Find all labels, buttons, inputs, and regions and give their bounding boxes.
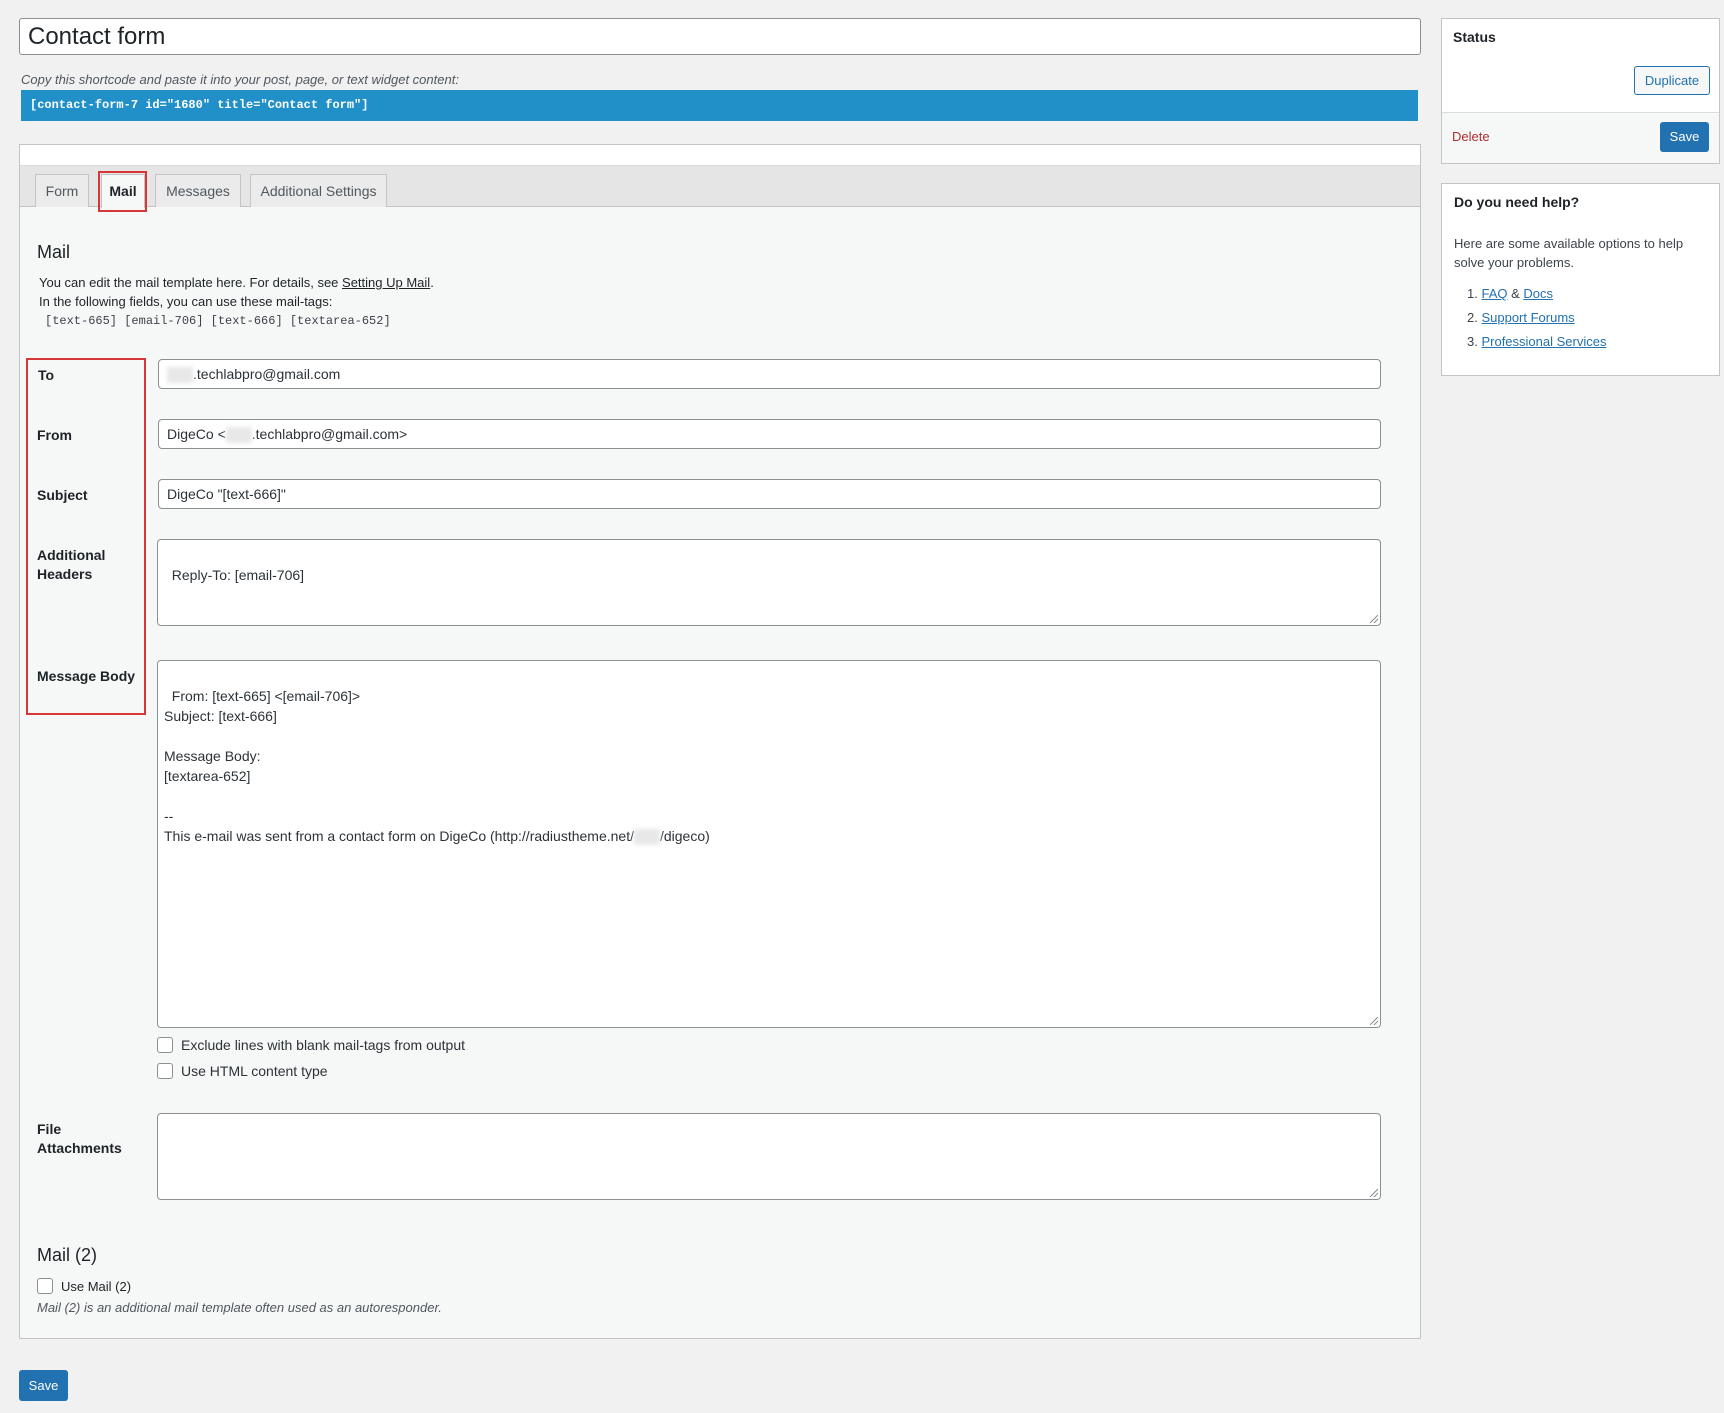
exclude-blank-checkbox[interactable] (157, 1037, 173, 1053)
exclude-blank-option[interactable]: Exclude lines with blank mail-tags from … (157, 1037, 465, 1053)
docs-link[interactable]: Docs (1523, 286, 1553, 301)
use-mail2-option[interactable]: Use Mail (2) (37, 1278, 131, 1294)
faq-link[interactable]: FAQ (1481, 286, 1507, 301)
mail-description: You can edit the mail template here. For… (39, 275, 434, 290)
setting-up-mail-link[interactable]: Setting Up Mail (342, 275, 430, 290)
shortcode-hint: Copy this shortcode and paste it into yo… (21, 72, 459, 87)
support-forums-link[interactable]: Support Forums (1481, 310, 1574, 325)
redacted-text (633, 829, 660, 846)
help-item-faq-docs: 1. FAQ & Docs (1467, 286, 1553, 301)
help-item-amp: & (1507, 286, 1524, 301)
use-html-checkbox[interactable] (157, 1063, 173, 1079)
to-value: .techlabpro@gmail.com (193, 366, 341, 382)
mail-section-heading: Mail (37, 242, 71, 262)
help-item-number: 1. (1467, 286, 1478, 301)
help-item-number: 3. (1467, 334, 1478, 349)
help-title: Do you need help? (1454, 194, 1580, 210)
from-input[interactable]: DigeCo < .techlabpro@gmail.com> (158, 419, 1381, 449)
file-attachments-label: File Attachments (37, 1120, 122, 1158)
from-value-suffix: .techlabpro@gmail.com> (251, 426, 408, 442)
help-text: Here are some available options to help … (1454, 236, 1684, 270)
help-item-number: 2. (1467, 310, 1478, 325)
professional-services-link[interactable]: Professional Services (1481, 334, 1606, 349)
use-html-option[interactable]: Use HTML content type (157, 1063, 328, 1079)
help-item-professional-services: 3. Professional Services (1467, 334, 1606, 349)
panel-top (20, 145, 1420, 165)
labels-highlight-box (26, 358, 146, 715)
redacted-text (167, 367, 193, 384)
additional-headers-textarea[interactable]: Reply-To: [email-706] (157, 539, 1381, 626)
mail-desc-prefix: You can edit the mail template here. For… (39, 275, 343, 290)
duplicate-button[interactable]: Duplicate (1634, 66, 1710, 95)
mail-tags-list: [text-665] [email-706] [text-666] [texta… (45, 314, 391, 328)
shortcode-box[interactable]: [contact-form-7 id="1680" title="Contact… (21, 90, 1418, 121)
file-attachments-label-line2: Attachments (37, 1140, 122, 1156)
mail2-note: Mail (2) is an additional mail template … (37, 1300, 442, 1315)
file-attachments-label-line1: File (37, 1121, 62, 1137)
to-input[interactable]: .techlabpro@gmail.com (158, 359, 1381, 389)
resize-grip-icon[interactable] (1370, 615, 1378, 623)
message-body-label: Message Body (37, 668, 136, 684)
additional-headers-label-line2: Headers (37, 566, 93, 582)
bottom-save-button[interactable]: Save (19, 1370, 68, 1401)
resize-grip-icon[interactable] (1370, 1017, 1378, 1025)
message-body-value-tail: /digeco) (659, 828, 710, 844)
status-title: Status (1453, 29, 1496, 45)
mail-desc-suffix: . (430, 275, 434, 290)
form-title-input[interactable]: Contact form (19, 18, 1421, 55)
tab-messages[interactable]: Messages (155, 174, 241, 207)
mail2-heading: Mail (2) (37, 1245, 98, 1265)
mail-tags-intro: In the following fields, you can use the… (39, 294, 333, 309)
tab-highlight-box (98, 171, 147, 212)
use-mail2-checkbox[interactable] (37, 1278, 53, 1294)
redacted-text (225, 427, 252, 444)
message-body-textarea[interactable]: From: [text-665] <[email-706]> Subject: … (157, 660, 1381, 1028)
delete-link[interactable]: Delete (1452, 129, 1490, 144)
subject-label: Subject (37, 487, 88, 503)
help-item-support-forums: 2. Support Forums (1467, 310, 1575, 325)
exclude-blank-label: Exclude lines with blank mail-tags from … (181, 1037, 466, 1053)
file-attachments-textarea[interactable] (157, 1113, 1381, 1200)
additional-headers-label: Additional Headers (37, 546, 105, 584)
from-value-prefix: DigeCo < (167, 426, 226, 442)
additional-headers-value: Reply-To: [email-706] (171, 567, 305, 583)
to-label: To (38, 367, 55, 383)
tab-form[interactable]: Form (35, 174, 89, 207)
additional-headers-label-line1: Additional (37, 547, 106, 563)
use-html-label: Use HTML content type (181, 1063, 328, 1079)
resize-grip-icon[interactable] (1370, 1189, 1378, 1197)
use-mail2-label: Use Mail (2) (61, 1279, 132, 1294)
save-button[interactable]: Save (1660, 122, 1709, 152)
from-label: From (37, 427, 72, 443)
tab-additional-settings[interactable]: Additional Settings (250, 174, 387, 207)
subject-input[interactable]: DigeCo "[text-666]" (158, 479, 1381, 509)
message-body-value: From: [text-665] <[email-706]> Subject: … (164, 688, 634, 844)
